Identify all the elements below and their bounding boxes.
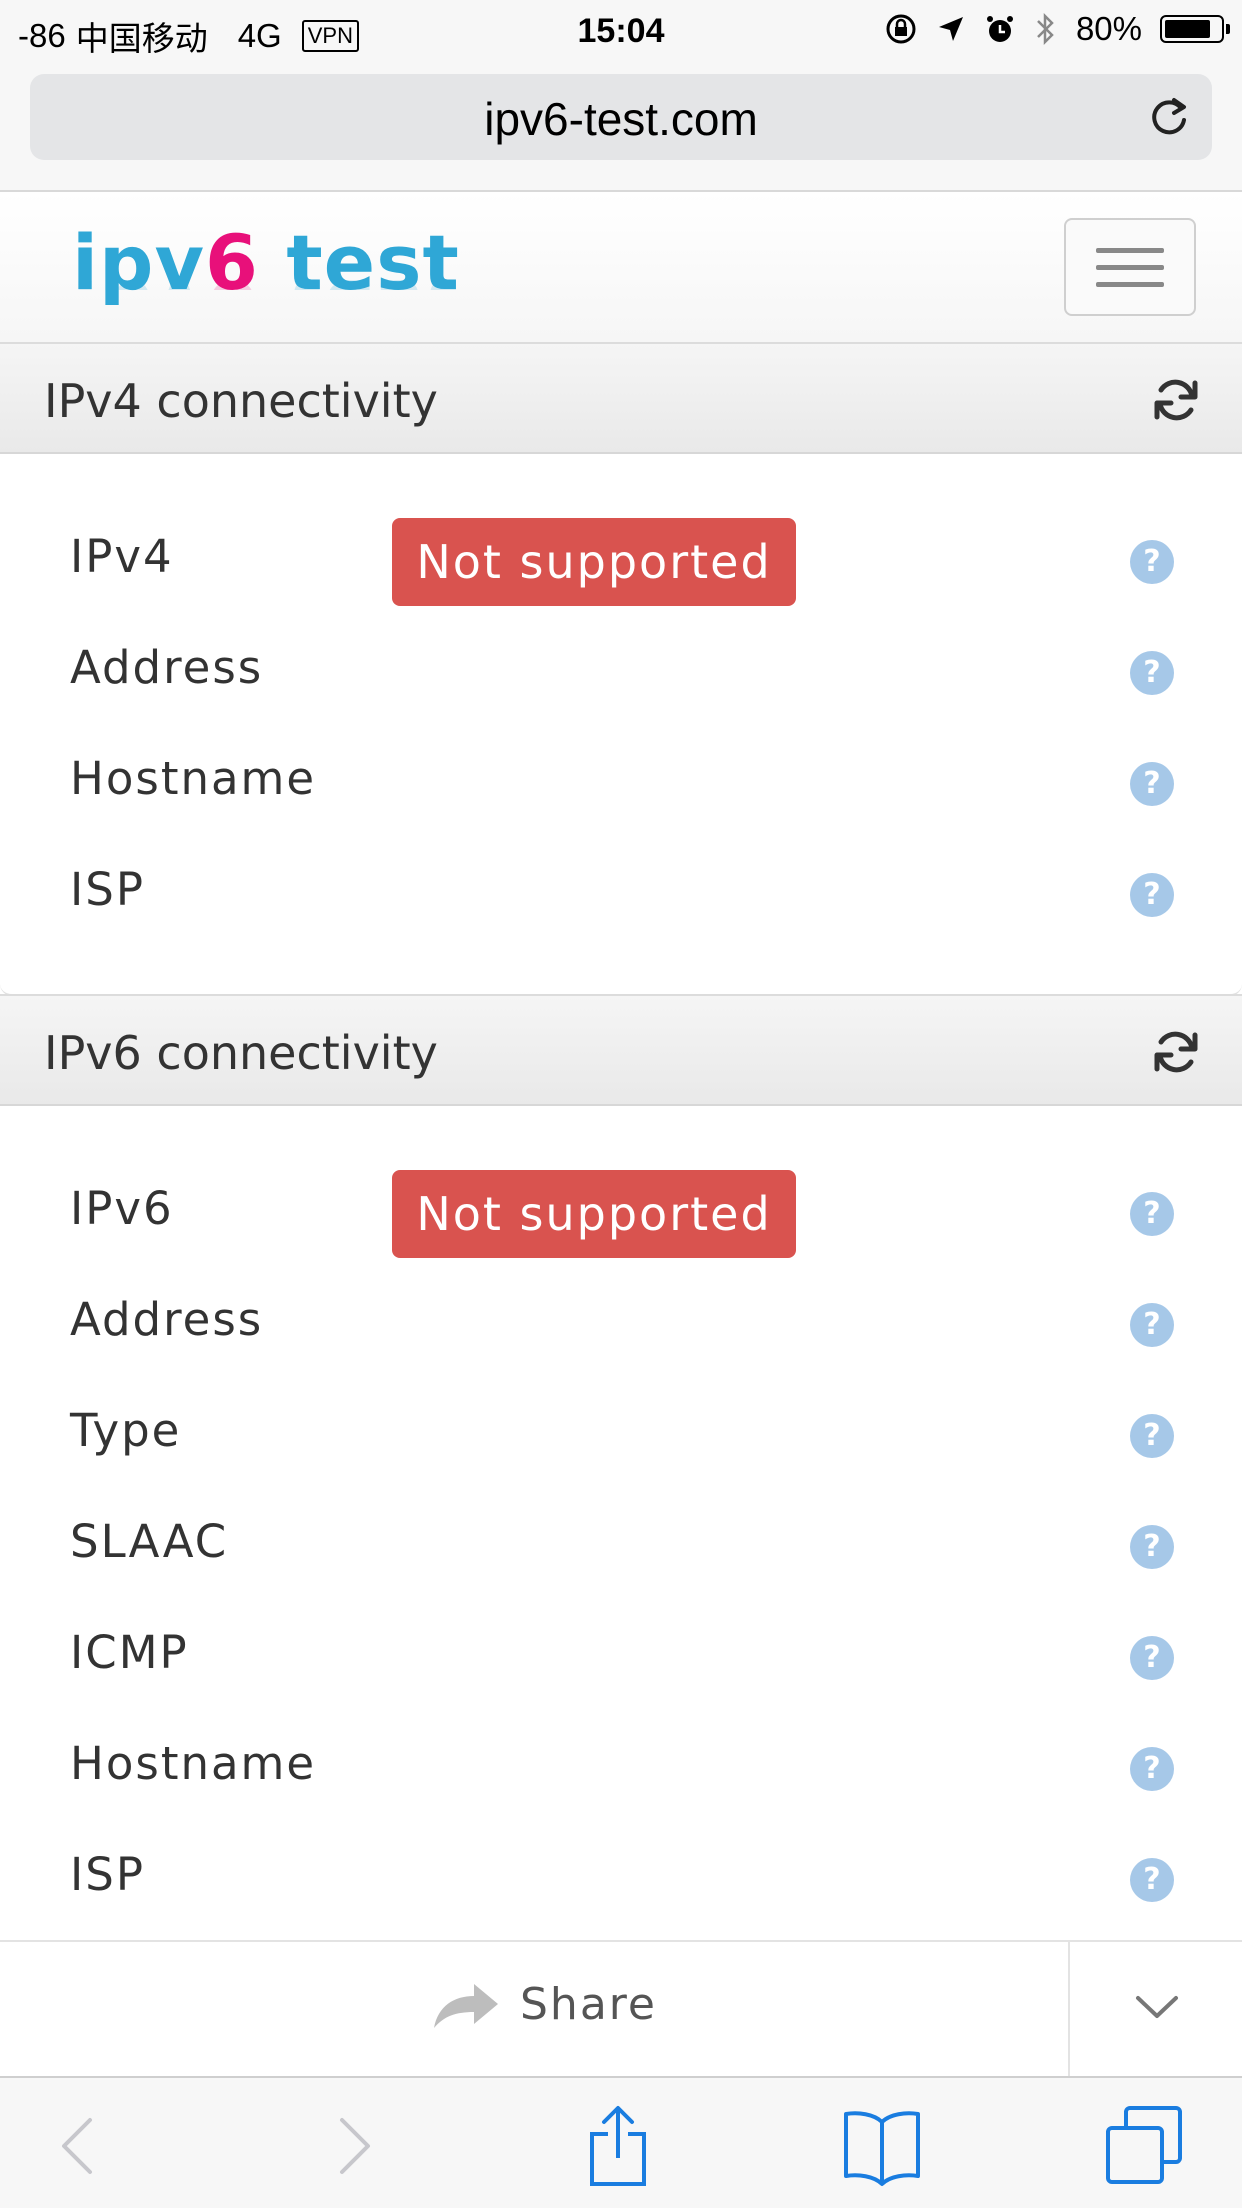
hamburger-line xyxy=(1096,248,1164,253)
bookmarks-icon[interactable] xyxy=(842,2104,922,2188)
back-arrow-icon[interactable] xyxy=(38,2104,118,2188)
ipv4-row-support: IPv4 Not supported ? xyxy=(0,508,1242,608)
logo-reflection: ipv6 test xyxy=(72,244,460,290)
share-bar: Share xyxy=(0,1940,1242,2078)
battery-level xyxy=(1165,20,1210,38)
row-label: IPv6 xyxy=(70,1182,174,1235)
status-bar: -86 中国移动 4G VPN 15:04 80% xyxy=(0,0,1242,62)
url-text[interactable]: ipv6-test.com xyxy=(30,92,1212,146)
help-icon[interactable]: ? xyxy=(1130,540,1174,584)
status-badge: Not supported xyxy=(392,518,796,606)
logo-reflection-6: 6 xyxy=(205,263,259,290)
help-icon[interactable]: ? xyxy=(1130,1747,1174,1791)
hamburger-line xyxy=(1096,282,1164,287)
browser-toolbar xyxy=(0,2076,1242,2208)
battery-percent: 80% xyxy=(1075,10,1142,47)
share-arrow-icon xyxy=(434,1984,498,2028)
ipv6-row-type: Type ? xyxy=(0,1382,1242,1482)
status-badge: Not supported xyxy=(392,1170,796,1258)
bluetooth-icon xyxy=(1037,12,1054,46)
logo-reflection-ipv: ipv xyxy=(72,263,205,290)
logo-reflection-test: test xyxy=(259,263,459,290)
ipv6-panel-title: IPv6 connectivity xyxy=(44,1026,438,1080)
help-icon[interactable]: ? xyxy=(1130,651,1174,695)
ipv6-panel-header: IPv6 connectivity xyxy=(0,994,1242,1106)
share-button[interactable]: Share xyxy=(430,1976,657,2032)
battery-icon xyxy=(1160,15,1230,43)
help-icon[interactable]: ? xyxy=(1130,1858,1174,1902)
help-icon[interactable]: ? xyxy=(1130,1192,1174,1236)
help-icon[interactable]: ? xyxy=(1130,1525,1174,1569)
ipv6-row-hostname: Hostname ? xyxy=(0,1715,1242,1815)
share-divider xyxy=(1068,1942,1070,2078)
chevron-down-icon[interactable] xyxy=(1130,1986,1184,2026)
ipv4-row-address: Address ? xyxy=(0,619,1242,719)
row-label: Hostname xyxy=(70,752,317,805)
row-label: ICMP xyxy=(70,1626,189,1679)
site-navbar: ipv6 test ipv6 test xyxy=(0,192,1242,342)
ipv6-row-address: Address ? xyxy=(0,1271,1242,1371)
alarm-icon xyxy=(986,16,1013,42)
ipv4-row-isp: ISP ? xyxy=(0,841,1242,941)
help-icon[interactable]: ? xyxy=(1130,1414,1174,1458)
help-icon[interactable]: ? xyxy=(1130,873,1174,917)
help-icon[interactable]: ? xyxy=(1130,1636,1174,1680)
row-label: Address xyxy=(70,1293,264,1346)
ipv6-row-support: IPv6 Not supported ? xyxy=(0,1160,1242,1260)
row-label: Address xyxy=(70,641,264,694)
ipv6-row-isp: ISP ? xyxy=(0,1826,1242,1926)
location-icon xyxy=(938,17,963,41)
row-label: ISP xyxy=(70,863,145,916)
browser-address-area: ipv6-test.com xyxy=(0,62,1242,192)
address-bar[interactable]: ipv6-test.com xyxy=(30,74,1212,160)
ipv6-row-slaac: SLAAC ? xyxy=(0,1493,1242,1593)
row-label: Type xyxy=(70,1404,182,1457)
refresh-icon[interactable] xyxy=(1150,1026,1202,1078)
forward-arrow-icon[interactable] xyxy=(314,2104,394,2188)
status-right: 80% xyxy=(884,10,1230,48)
ipv4-panel-title: IPv4 connectivity xyxy=(44,374,438,428)
row-label: SLAAC xyxy=(70,1515,229,1568)
orientation-lock-icon xyxy=(886,14,916,44)
row-label: IPv4 xyxy=(70,530,174,583)
row-label: Hostname xyxy=(70,1737,317,1790)
help-icon[interactable]: ? xyxy=(1130,762,1174,806)
share-icon[interactable] xyxy=(578,2104,658,2188)
ipv6-row-icmp: ICMP ? xyxy=(0,1604,1242,1704)
ipv4-row-hostname: Hostname ? xyxy=(0,730,1242,830)
refresh-icon[interactable] xyxy=(1150,374,1202,426)
ipv4-panel-header: IPv4 connectivity xyxy=(0,342,1242,454)
help-icon[interactable]: ? xyxy=(1130,1303,1174,1347)
tabs-icon[interactable] xyxy=(1104,2104,1184,2188)
share-label: Share xyxy=(520,1978,657,2030)
hamburger-line xyxy=(1096,265,1164,270)
row-label: ISP xyxy=(70,1848,145,1901)
reload-icon[interactable] xyxy=(1144,92,1194,142)
menu-toggle-button[interactable] xyxy=(1064,218,1196,316)
